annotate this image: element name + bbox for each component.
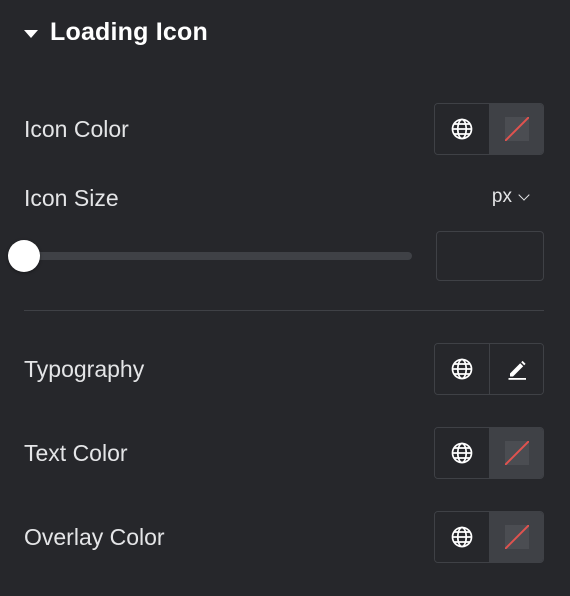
icon-color-label: Icon Color [24,115,129,142]
typography-edit-button[interactable] [489,344,543,394]
icon-color-controls [434,103,544,155]
icon-color-picker-button[interactable] [489,104,543,154]
icon-size-control: Icon Size [24,171,544,225]
section-title: Loading Icon [50,18,208,46]
pencil-icon [508,360,526,380]
icon-color-global-button[interactable] [435,104,489,154]
divider [24,310,544,311]
overlay-color-label: Overlay Color [24,523,165,550]
globe-icon [451,526,473,548]
icon-size-slider[interactable] [8,234,412,278]
slider-track [24,252,412,260]
text-color-controls [434,427,544,479]
unset-color-swatch [504,525,529,549]
chevron-down-icon [518,188,530,201]
globe-icon [451,442,473,464]
overlay-color-controls [434,511,544,563]
globe-icon [451,358,473,380]
unset-color-swatch [504,441,529,465]
typography-controls [434,343,544,395]
typography-control: Typography [24,342,544,396]
text-color-control: Text Color [24,426,544,480]
text-color-global-button[interactable] [435,428,489,478]
globe-icon [451,118,473,140]
typography-global-button[interactable] [435,344,489,394]
overlay-color-picker-button[interactable] [489,512,543,562]
text-color-picker-button[interactable] [489,428,543,478]
icon-size-unit-select[interactable]: px [491,186,530,208]
icon-color-control: Icon Color [24,102,544,156]
slider-thumb[interactable] [8,240,40,272]
caret-down-icon [24,29,38,38]
unset-color-swatch [504,117,529,141]
overlay-color-global-button[interactable] [435,512,489,562]
unit-value: px [491,186,512,207]
icon-size-input[interactable] [436,231,544,281]
overlay-color-control: Overlay Color [24,510,544,564]
text-color-label: Text Color [24,439,128,466]
icon-size-label: Icon Size [24,184,119,211]
section-toggle[interactable]: Loading Icon [24,18,208,47]
typography-label: Typography [24,355,145,382]
